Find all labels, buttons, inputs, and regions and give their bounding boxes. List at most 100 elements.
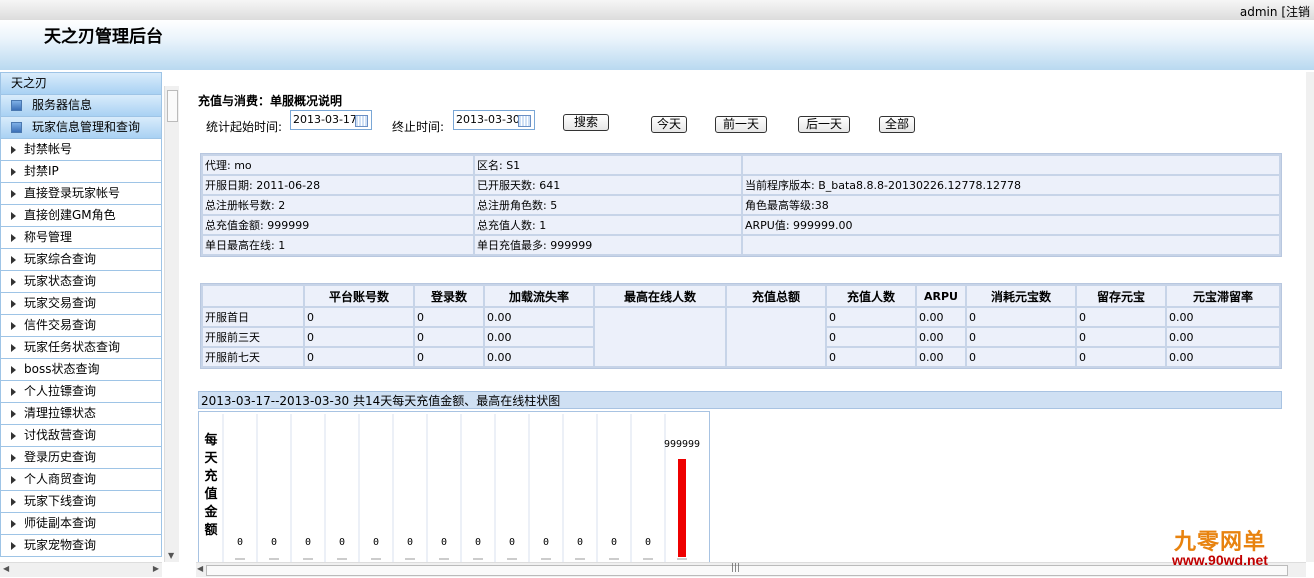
chart-bar bbox=[678, 459, 686, 557]
sidebar-item[interactable]: 信件交易查询 bbox=[0, 315, 162, 337]
info-cell bbox=[743, 236, 1279, 254]
app-header: 天之刃管理后台 bbox=[0, 20, 1314, 70]
info-cell: 角色最高等级:38 bbox=[743, 196, 1279, 214]
end-date-label: 终止时间: bbox=[392, 120, 445, 134]
chart-column: 0 bbox=[630, 414, 653, 563]
sidebar-horizontal-scrollbar[interactable]: ◀ ▶ bbox=[0, 562, 162, 577]
user-info: admin [注销 bbox=[1240, 3, 1310, 20]
info-cell: 开服日期: 2011-06-28 bbox=[203, 176, 473, 194]
column-header: 消耗元宝数 bbox=[967, 286, 1075, 306]
triangle-right-icon bbox=[11, 277, 16, 286]
y-axis-label: 每天充值金额 bbox=[203, 432, 218, 538]
sidebar-item[interactable]: 个人拉镖查询 bbox=[0, 381, 162, 403]
sidebar-item[interactable]: 登录历史查询 bbox=[0, 447, 162, 469]
table-cell: 0 bbox=[1077, 328, 1165, 346]
chart-column: 0 bbox=[426, 414, 449, 563]
sidebar-item[interactable]: 讨伐敌营查询 bbox=[0, 425, 162, 447]
table-cell: 0 bbox=[305, 308, 413, 326]
table-cell: 0 bbox=[827, 308, 915, 326]
next-day-button[interactable]: 后一天 bbox=[798, 116, 850, 133]
end-date-value: 2013-03-30 bbox=[456, 113, 520, 126]
column-header: 留存元宝 bbox=[1077, 286, 1165, 306]
scroll-down-arrow-icon[interactable]: ▼ bbox=[168, 551, 174, 560]
sidebar-item[interactable]: 封禁帐号 bbox=[0, 139, 162, 161]
bar-value-label: 0 bbox=[475, 537, 481, 548]
main-vertical-scrollbar[interactable] bbox=[1306, 72, 1314, 562]
sidebar-category-server[interactable]: 服务器信息 bbox=[0, 95, 162, 117]
chart-column: 0 bbox=[256, 414, 279, 563]
info-cell bbox=[743, 156, 1279, 174]
table-cell: 0.00 bbox=[1167, 328, 1279, 346]
bar-value-label: 0 bbox=[407, 537, 413, 548]
prev-day-button[interactable]: 前一天 bbox=[715, 116, 767, 133]
start-date-value: 2013-03-17 bbox=[293, 113, 357, 126]
triangle-right-icon bbox=[11, 299, 16, 308]
table-cell: 0 bbox=[827, 348, 915, 366]
sidebar-item[interactable]: boss状态查询 bbox=[0, 359, 162, 381]
table-cell: 0.00 bbox=[485, 348, 593, 366]
sidebar-item-label: 直接登录玩家帐号 bbox=[24, 186, 121, 200]
server-info-table: 代理: mo 区名: S1 开服日期: 2011-06-28 已开服天数: 64… bbox=[200, 153, 1282, 257]
sidebar-category-player[interactable]: 玩家信息管理和查询 bbox=[0, 117, 162, 139]
column-header: 充值人数 bbox=[827, 286, 915, 306]
calendar-icon[interactable] bbox=[518, 115, 531, 127]
column-header: ARPU bbox=[917, 286, 965, 306]
logout-link[interactable]: [注销 bbox=[1281, 5, 1310, 19]
bar-value-label: 0 bbox=[645, 537, 651, 548]
sidebar-item-label: 个人商贸查询 bbox=[24, 472, 97, 486]
sidebar-item-label: 玩家宠物查询 bbox=[24, 538, 97, 552]
chart-column: 0 bbox=[596, 414, 619, 563]
sidebar-item[interactable]: 直接创建GM角色 bbox=[0, 205, 162, 227]
bar-value-label: 0 bbox=[339, 537, 345, 548]
sidebar-item[interactable]: 玩家交易查询 bbox=[0, 293, 162, 315]
calendar-icon[interactable] bbox=[355, 115, 368, 127]
start-date-input[interactable]: 2013-03-17 bbox=[290, 110, 372, 130]
row-label: 开服前三天 bbox=[203, 328, 303, 346]
search-button[interactable]: 搜索 bbox=[563, 114, 609, 131]
scroll-right-arrow-icon[interactable]: ▶ bbox=[153, 564, 159, 573]
triangle-right-icon bbox=[11, 497, 16, 506]
table-cell: 0 bbox=[415, 348, 483, 366]
column-header: 最高在线人数 bbox=[595, 286, 725, 306]
triangle-right-icon bbox=[11, 189, 16, 198]
table-cell: 0 bbox=[415, 308, 483, 326]
sidebar-item[interactable]: 玩家状态查询 bbox=[0, 271, 162, 293]
triangle-right-icon bbox=[11, 167, 16, 176]
scroll-thumb[interactable] bbox=[167, 90, 178, 122]
sidebar-root[interactable]: 天之刃 bbox=[0, 72, 162, 95]
scroll-left-arrow-icon[interactable]: ◀ bbox=[197, 564, 203, 573]
sidebar-item[interactable]: 称号管理 bbox=[0, 227, 162, 249]
sidebar-item[interactable]: 清理拉镖状态 bbox=[0, 403, 162, 425]
main-horizontal-scrollbar[interactable]: ◀ ||| bbox=[196, 562, 1306, 577]
sidebar-item[interactable]: 玩家任务状态查询 bbox=[0, 337, 162, 359]
sidebar-item[interactable]: 直接登录玩家帐号 bbox=[0, 183, 162, 205]
start-date-label: 统计起始时间: bbox=[206, 120, 283, 134]
scroll-left-arrow-icon[interactable]: ◀ bbox=[3, 564, 9, 573]
chart-column: 0 bbox=[494, 414, 517, 563]
today-button[interactable]: 今天 bbox=[651, 116, 687, 133]
sidebar-item[interactable]: 师徒副本查询 bbox=[0, 513, 162, 535]
chart-header: 2013-03-17--2013-03-30 共14天每天充值金额、最高在线柱状… bbox=[198, 391, 1282, 409]
triangle-right-icon bbox=[11, 343, 16, 352]
all-button[interactable]: 全部 bbox=[879, 116, 915, 133]
sidebar-item-label: 直接创建GM角色 bbox=[24, 208, 116, 222]
sidebar-vertical-scrollbar[interactable]: ▼ bbox=[164, 86, 179, 562]
bar-value-label: 0 bbox=[543, 537, 549, 548]
sidebar-item[interactable]: 个人商贸查询 bbox=[0, 469, 162, 491]
sidebar-item[interactable]: 玩家宠物查询 bbox=[0, 535, 162, 557]
table-cell: 0.00 bbox=[917, 308, 965, 326]
sidebar-item-label: 封禁IP bbox=[24, 164, 59, 178]
triangle-right-icon bbox=[11, 541, 16, 550]
scroll-thumb[interactable] bbox=[206, 565, 1288, 576]
main-content: 充值与消费：单服概况说明 统计起始时间: 2013-03-17 终止时间: 20… bbox=[180, 72, 1306, 564]
sidebar-item[interactable]: 玩家下线查询 bbox=[0, 491, 162, 513]
info-cell: 单日充值最多: 999999 bbox=[475, 236, 741, 254]
end-date-input[interactable]: 2013-03-30 bbox=[453, 110, 535, 130]
column-header: 充值总额 bbox=[727, 286, 825, 306]
sidebar-item[interactable]: 玩家综合查询 bbox=[0, 249, 162, 271]
info-cell: ARPU值: 999999.00 bbox=[743, 216, 1279, 234]
bar-value-label: 0 bbox=[373, 537, 379, 548]
triangle-right-icon bbox=[11, 255, 16, 264]
triangle-right-icon bbox=[11, 365, 16, 374]
sidebar-item[interactable]: 封禁IP bbox=[0, 161, 162, 183]
